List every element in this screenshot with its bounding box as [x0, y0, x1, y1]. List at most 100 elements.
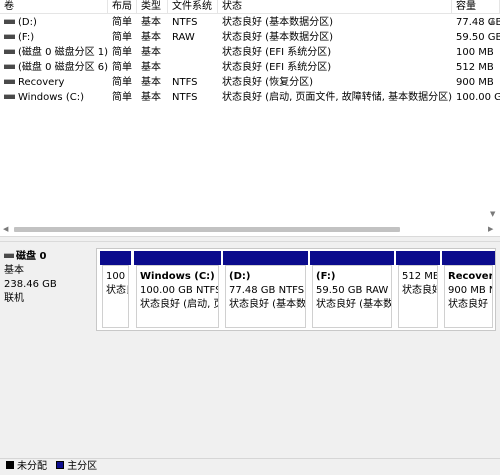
- volume-layout: 简单: [112, 62, 132, 73]
- partition-block[interactable]: Windows (C:) 100.00 GB NTFS 状态良好 (启动, 页面…: [133, 251, 221, 330]
- primary-partition-stripe: [100, 251, 131, 265]
- disk-type: 基本: [4, 265, 24, 276]
- partition-status: 状态良好: [448, 299, 488, 310]
- volume-status: 状态良好 (基本数据分区): [222, 17, 333, 28]
- volume-filesystem: RAW: [172, 32, 195, 43]
- volume-list: 卷 布局 类型 文件系统 状态 容量 (D:) 简单 基本 NTFS 状态良好 …: [0, 0, 500, 236]
- partition-block[interactable]: 512 MB 状态良好: [395, 251, 440, 330]
- partition-name: Recovery: [448, 271, 492, 282]
- primary-partition-swatch-icon: [56, 461, 65, 469]
- volume-filesystem: NTFS: [172, 92, 198, 103]
- partition-size: 77.48 GB NTFS: [229, 285, 305, 296]
- partition-status: 状态良好: [402, 285, 438, 296]
- partition-size: 900 MB NTFS: [448, 285, 492, 296]
- volume-status: 状态良好 (EFI 系统分区): [222, 62, 332, 73]
- volume-status: 状态良好 (启动, 页面文件, 故障转储, 基本数据分区): [222, 92, 452, 103]
- scroll-left-arrow-icon[interactable]: ◀: [3, 225, 8, 233]
- volume-filesystem: NTFS: [172, 17, 198, 28]
- column-header-volume[interactable]: 卷: [0, 0, 108, 14]
- partition-status: 状态良好 (启动, 页面文件: [140, 299, 218, 310]
- volume-name: (磁盘 0 磁盘分区 1): [18, 47, 108, 58]
- primary-partition-stripe: [442, 251, 495, 265]
- horizontal-scrollbar[interactable]: ◀ ▶: [0, 222, 500, 236]
- drive-icon: [4, 33, 15, 39]
- volume-filesystem: NTFS: [172, 77, 198, 88]
- scroll-up-arrow-icon[interactable]: ▲: [490, 17, 495, 25]
- partition-status: 状态良好 (基本数据分区): [316, 299, 392, 310]
- volume-row[interactable]: (磁盘 0 磁盘分区 6) 简单 基本 状态良好 (EFI 系统分区) 512 …: [0, 60, 500, 75]
- volume-layout: 简单: [112, 92, 132, 103]
- partition-size: 59.50 GB RAW: [316, 285, 389, 296]
- volume-name: (磁盘 0 磁盘分区 6): [18, 62, 108, 73]
- scroll-down-arrow-icon[interactable]: ▼: [490, 210, 495, 218]
- partition-name: Windows (C:): [140, 271, 215, 282]
- volume-row[interactable]: Windows (C:) 简单 基本 NTFS 状态良好 (启动, 页面文件, …: [0, 90, 500, 105]
- volume-layout: 简单: [112, 17, 132, 28]
- primary-partition-stripe: [310, 251, 394, 265]
- volume-layout: 简单: [112, 32, 132, 43]
- legend-bar: 未分配 主分区: [0, 458, 500, 475]
- volume-type: 基本: [141, 47, 161, 58]
- disk-size: 238.46 GB: [4, 279, 57, 290]
- drive-icon: [4, 63, 15, 69]
- column-header-filesystem[interactable]: 文件系统: [168, 0, 218, 14]
- drive-icon: [4, 48, 15, 54]
- partition-size: 512 MB: [402, 271, 438, 282]
- volume-type: 基本: [141, 62, 161, 73]
- scroll-right-arrow-icon[interactable]: ▶: [488, 225, 493, 233]
- column-header-capacity[interactable]: 容量: [452, 0, 500, 14]
- volume-status: 状态良好 (基本数据分区): [222, 32, 333, 43]
- drive-icon: [4, 18, 15, 24]
- volume-row[interactable]: (磁盘 0 磁盘分区 1) 简单 基本 状态良好 (EFI 系统分区) 100 …: [0, 45, 500, 60]
- volume-name: Recovery: [18, 77, 65, 88]
- partition-block[interactable]: Recovery 900 MB NTFS 状态良好: [441, 251, 495, 330]
- unallocated-swatch-icon: [6, 461, 14, 469]
- disk-title: 磁盘 0: [16, 251, 47, 262]
- partition-block[interactable]: 100 MB 状态良好: [99, 251, 131, 330]
- volume-row[interactable]: Recovery 简单 基本 NTFS 状态良好 (恢复分区) 900 MB: [0, 75, 500, 90]
- volume-filesystem: [168, 60, 218, 75]
- volume-status: 状态良好 (恢复分区): [222, 77, 313, 88]
- volume-layout: 简单: [112, 77, 132, 88]
- partition-block[interactable]: (F:) 59.50 GB RAW 状态良好 (基本数据分区): [309, 251, 394, 330]
- volume-name: Windows (C:): [18, 92, 84, 103]
- primary-partition-stripe: [223, 251, 308, 265]
- primary-partition-stripe: [396, 251, 440, 265]
- volume-row[interactable]: (D:) 简单 基本 NTFS 状态良好 (基本数据分区) 77.48 GB: [0, 15, 500, 30]
- volume-type: 基本: [141, 32, 161, 43]
- legend-primary: 主分区: [56, 461, 97, 472]
- partition-block[interactable]: (D:) 77.48 GB NTFS 状态良好 (基本数据分区): [222, 251, 308, 330]
- column-header-status[interactable]: 状态: [218, 0, 452, 14]
- disk-partition-bar: 100 MB 状态良好 Windows (C:) 100.00 GB NTFS …: [96, 248, 496, 331]
- partition-status: 状态良好 (基本数据分区): [229, 299, 306, 310]
- drive-icon: [4, 93, 15, 99]
- legend-unallocated: 未分配: [6, 461, 47, 472]
- volume-type: 基本: [141, 92, 161, 103]
- horizontal-scrollbar-thumb[interactable]: [14, 227, 400, 232]
- volume-status: 状态良好 (EFI 系统分区): [222, 47, 332, 58]
- partition-size: 100 MB: [106, 271, 128, 282]
- legend-primary-label: 主分区: [67, 461, 98, 472]
- volume-name: (D:): [18, 17, 37, 28]
- drive-icon: [4, 78, 15, 84]
- partition-name: (D:): [229, 271, 251, 282]
- disk-state: 联机: [4, 293, 24, 304]
- column-header-type[interactable]: 类型: [137, 0, 168, 14]
- partition-size: 100.00 GB NTFS: [140, 285, 219, 296]
- volume-row[interactable]: (F:) 简单 基本 RAW 状态良好 (基本数据分区) 59.50 GB: [0, 30, 500, 45]
- column-header-row: 卷 布局 类型 文件系统 状态 容量: [0, 0, 500, 14]
- volume-name: (F:): [18, 32, 35, 43]
- volume-layout: 简单: [112, 47, 132, 58]
- disk-icon: [4, 252, 14, 258]
- partition-name: (F:): [316, 271, 336, 282]
- column-header-layout[interactable]: 布局: [108, 0, 137, 14]
- vertical-scrollbar[interactable]: ▲ ▼: [486, 14, 500, 220]
- volume-type: 基本: [141, 77, 161, 88]
- volume-filesystem: [168, 45, 218, 60]
- disk-info[interactable]: 磁盘 0 基本 238.46 GB 联机: [4, 250, 96, 306]
- volume-type: 基本: [141, 17, 161, 28]
- primary-partition-stripe: [134, 251, 221, 265]
- disk-map-pane: 磁盘 0 基本 238.46 GB 联机 100 MB 状态良好 Windows…: [0, 242, 500, 458]
- legend-unallocated-label: 未分配: [17, 461, 47, 472]
- partition-status: 状态良好: [106, 285, 128, 296]
